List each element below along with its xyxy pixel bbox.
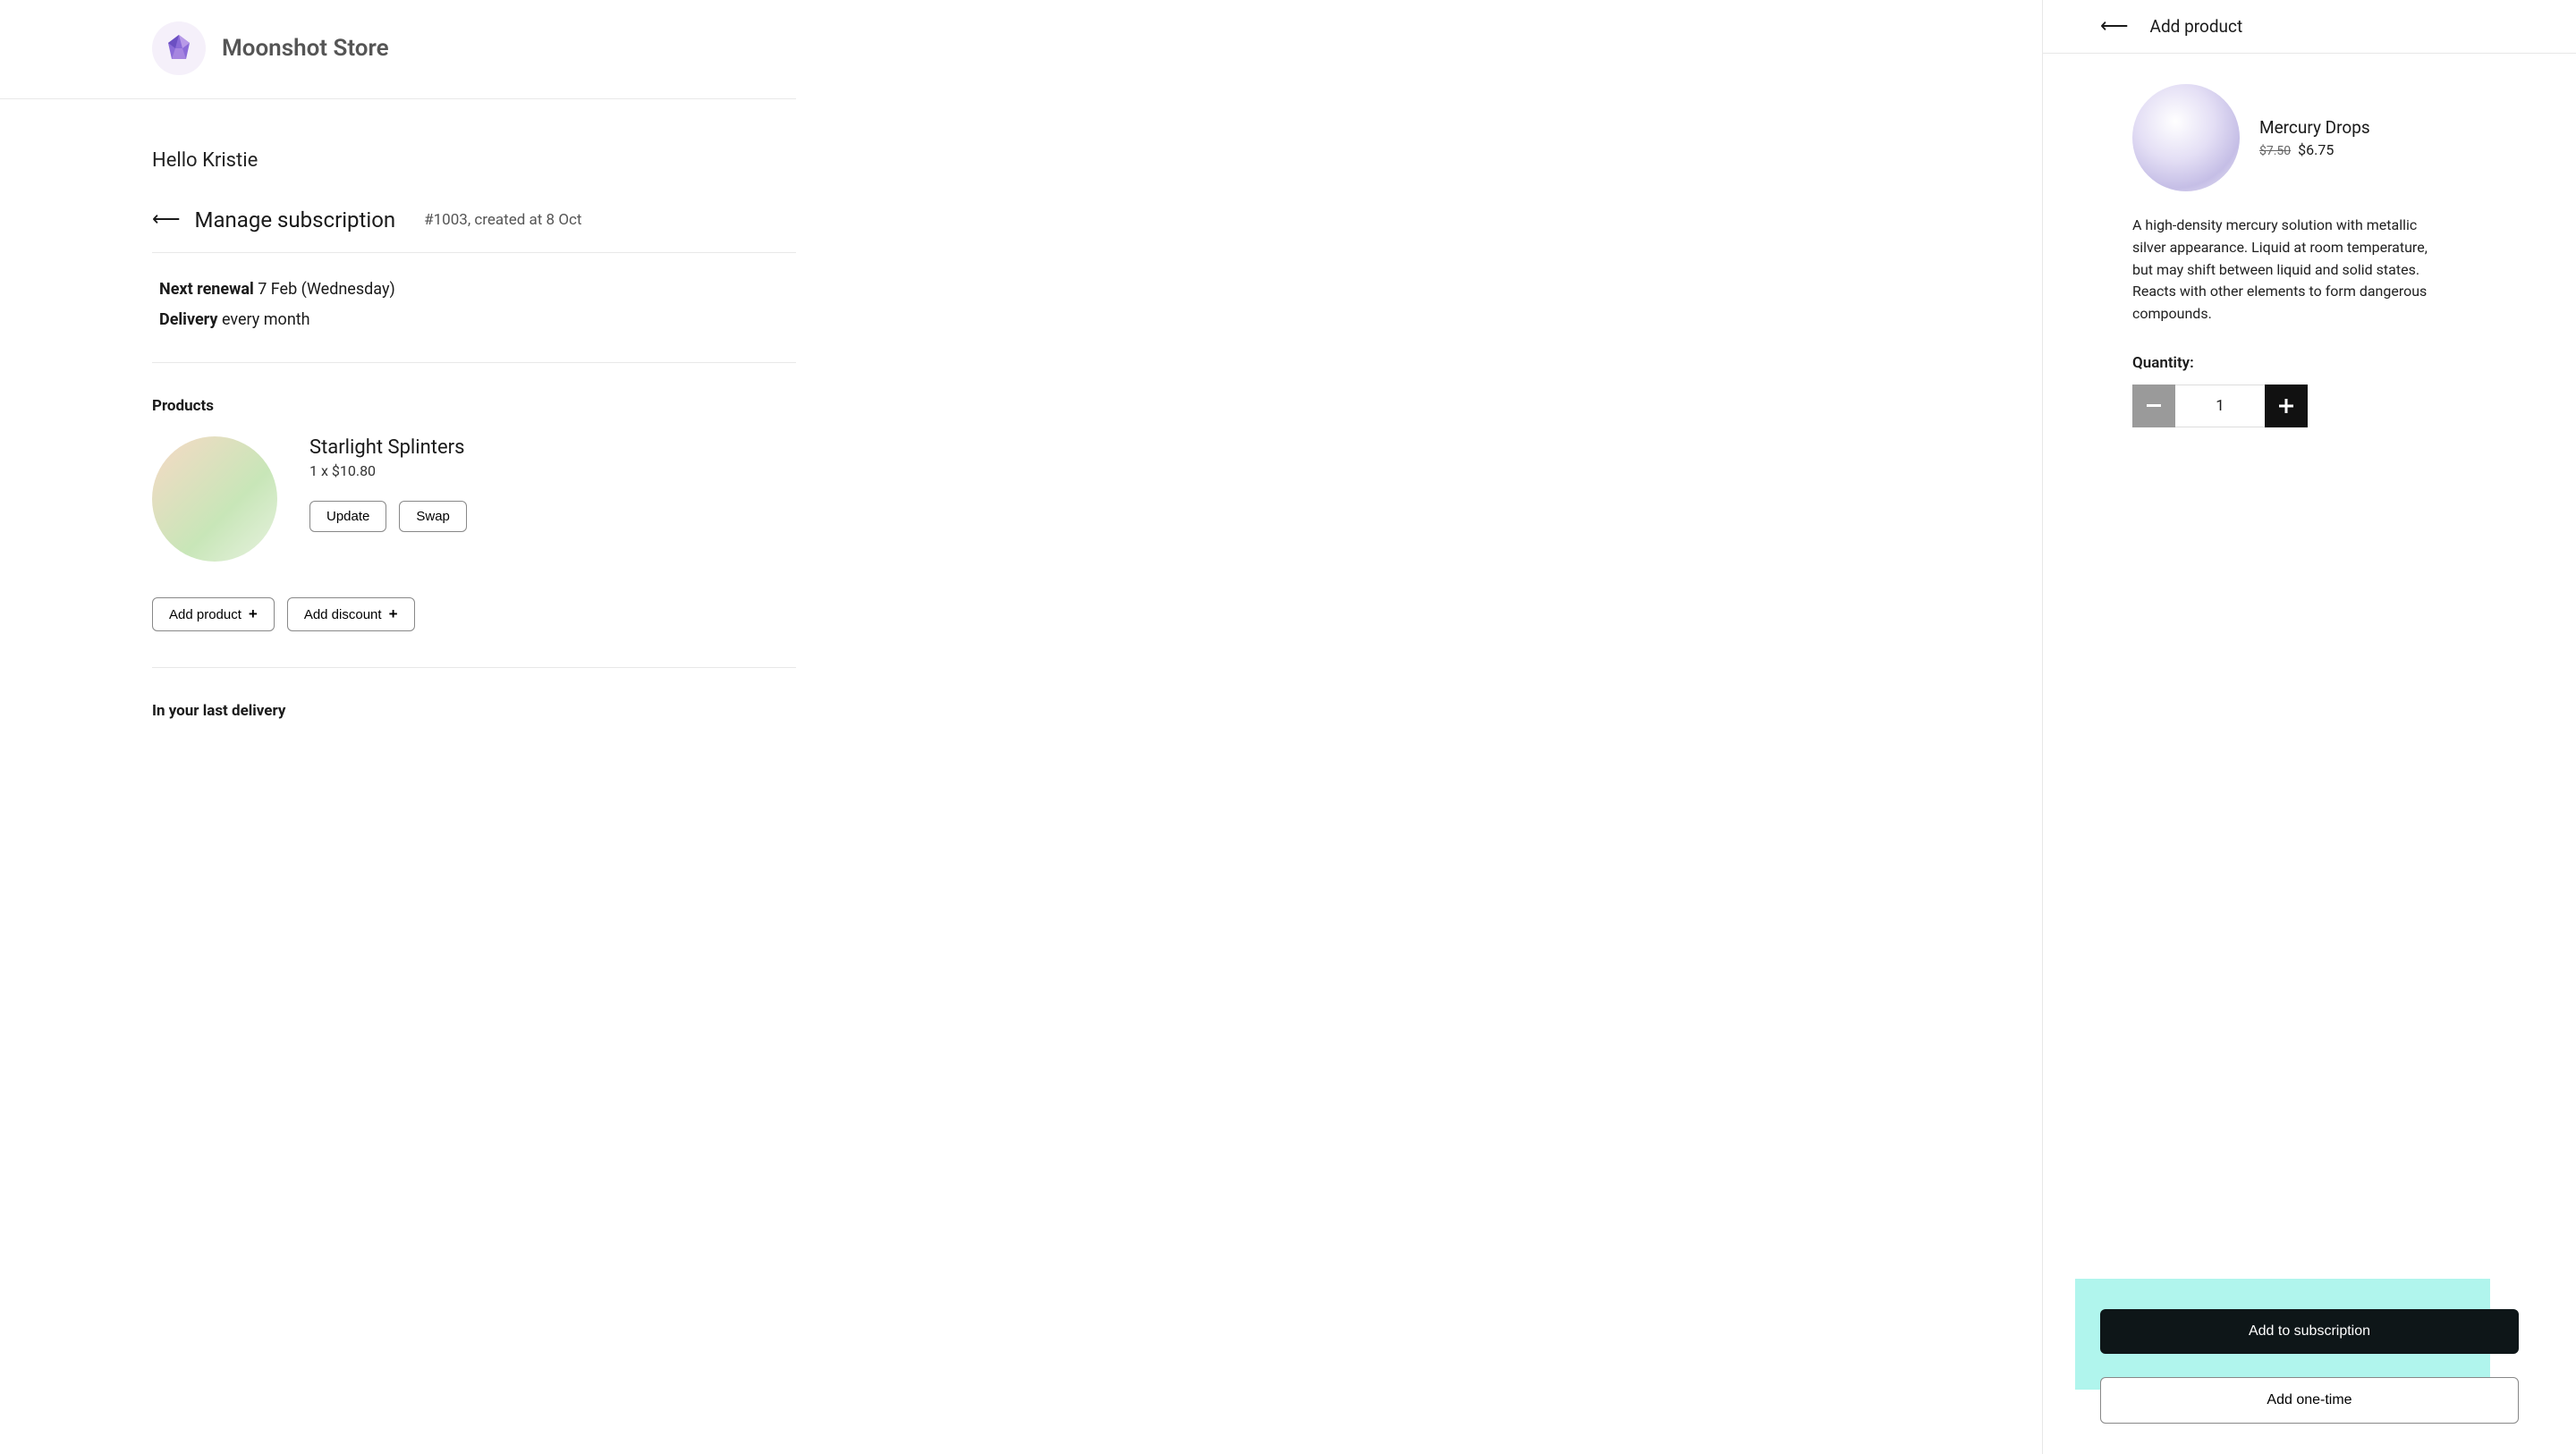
- page-title-row: ⟵ Manage subscription #1003, created at …: [152, 207, 796, 253]
- plus-icon: [2279, 399, 2293, 413]
- delivery-label: Delivery: [159, 310, 217, 329]
- plus-icon: +: [249, 605, 258, 623]
- products-heading: Products: [152, 397, 796, 415]
- add-to-subscription-label: Add to subscription: [2249, 1323, 2370, 1339]
- product-row: Starlight Splinters 1 x $10.80 Update Sw…: [152, 436, 796, 562]
- side-product-name: Mercury Drops: [2259, 117, 2370, 138]
- renewal-block: Next renewal 7 Feb (Wednesday) Delivery …: [152, 253, 796, 363]
- side-product-image: [2132, 84, 2240, 191]
- last-delivery-heading: In your last delivery: [152, 702, 796, 720]
- product-name: Starlight Splinters: [309, 436, 467, 459]
- plus-icon: +: [389, 605, 398, 623]
- store-name: Moonshot Store: [222, 35, 389, 62]
- gem-icon: [163, 32, 195, 64]
- quantity-decrease-button[interactable]: [2132, 385, 2175, 427]
- store-logo: [152, 21, 206, 75]
- back-arrow-icon[interactable]: ⟵: [152, 210, 181, 230]
- add-to-subscription-button[interactable]: Add to subscription: [2100, 1309, 2519, 1354]
- add-one-time-button[interactable]: Add one-time: [2100, 1377, 2519, 1424]
- swap-button[interactable]: Swap: [399, 501, 467, 532]
- add-discount-label: Add discount: [304, 607, 382, 622]
- add-product-button[interactable]: Add product +: [152, 597, 275, 631]
- add-product-panel: ⟵ Add product Mercury Drops $7.50 $6.75 …: [2043, 0, 2576, 1454]
- product-image: [152, 436, 277, 562]
- page-title: Manage subscription: [195, 207, 396, 232]
- price-original: $7.50: [2259, 144, 2291, 158]
- quantity-increase-button[interactable]: [2265, 385, 2308, 427]
- add-one-time-label: Add one-time: [2267, 1392, 2351, 1408]
- next-renewal-label: Next renewal: [159, 280, 254, 299]
- add-product-label: Add product: [169, 607, 242, 622]
- quantity-value: 1: [2175, 385, 2265, 427]
- greeting-text: Hello Kristie: [152, 149, 796, 172]
- next-renewal-value: 7 Feb (Wednesday): [258, 280, 395, 299]
- minus-icon: [2147, 404, 2161, 407]
- price-discounted: $6.75: [2298, 141, 2334, 158]
- panel-back-arrow-icon[interactable]: ⟵: [2100, 17, 2129, 37]
- order-meta: #1003, created at 8 Oct: [424, 211, 581, 229]
- swap-button-label: Swap: [416, 509, 450, 524]
- panel-title: Add product: [2150, 16, 2243, 37]
- product-description: A high-density mercury solution with met…: [2132, 215, 2436, 325]
- product-price-line: 1 x $10.80: [309, 462, 467, 479]
- quantity-stepper: 1: [2132, 385, 2519, 427]
- quantity-label: Quantity:: [2132, 354, 2519, 372]
- update-button[interactable]: Update: [309, 501, 386, 532]
- update-button-label: Update: [326, 509, 369, 524]
- add-discount-button[interactable]: Add discount +: [287, 597, 415, 631]
- store-header: Moonshot Store: [0, 21, 796, 99]
- delivery-value: every month: [222, 310, 310, 329]
